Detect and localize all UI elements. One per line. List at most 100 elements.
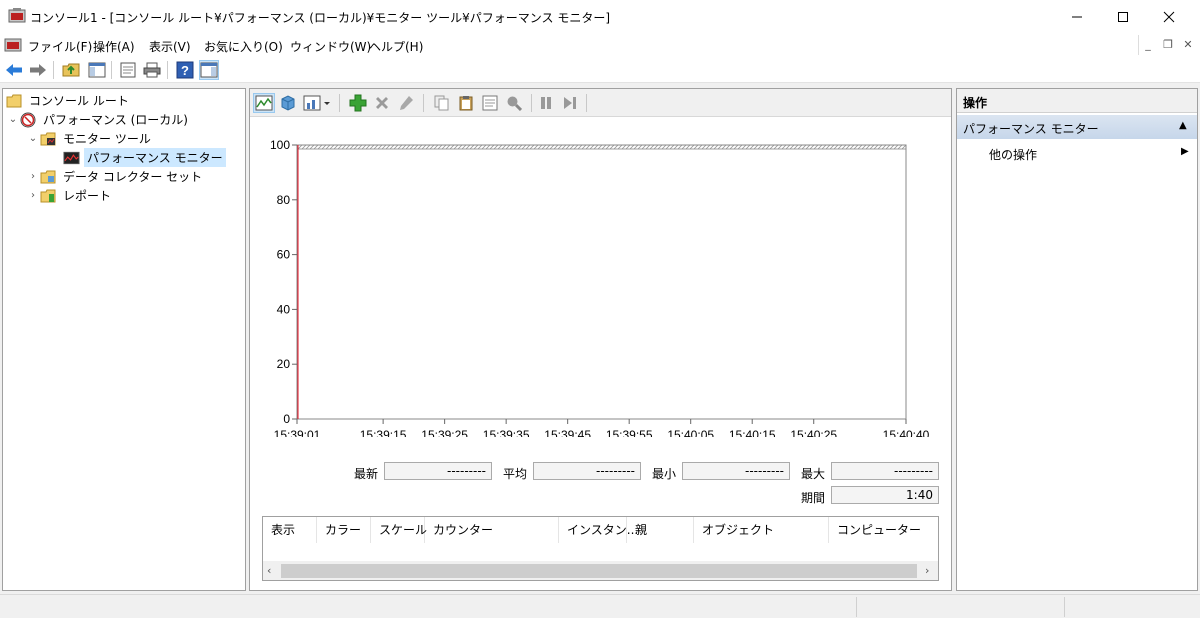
latest-value: --------- xyxy=(384,462,492,480)
menu-help[interactable]: ヘルプ(H) xyxy=(369,38,423,55)
mdi-close-button[interactable]: ✕ xyxy=(1180,37,1196,53)
tree-node[interactable]: ⌄ パフォーマンス (ローカル) xyxy=(3,110,245,129)
y-tick-label: 100 xyxy=(270,138,290,152)
folder-icon xyxy=(5,93,22,109)
column-show[interactable]: 表示 xyxy=(263,517,317,543)
maximize-button[interactable] xyxy=(1100,0,1146,33)
collapse-chevron-icon[interactable]: ⌄ xyxy=(27,133,39,145)
horizontal-scrollbar[interactable]: ‹ › xyxy=(263,561,938,580)
menu-view[interactable]: 表示(V) xyxy=(149,38,191,55)
data-collector-icon xyxy=(39,169,56,185)
x-tick-label: 15:39:55 xyxy=(606,428,653,437)
document-window-icon[interactable] xyxy=(4,37,22,53)
column-color[interactable]: カラー xyxy=(317,517,371,543)
more-actions-item[interactable]: 他の操作 xyxy=(989,146,1037,163)
freeze-display-icon[interactable] xyxy=(535,93,557,113)
properties-icon[interactable] xyxy=(118,60,138,80)
mdi-restore-button[interactable]: ❐ xyxy=(1160,37,1176,53)
view-current-activity-icon[interactable] xyxy=(253,93,275,113)
tree-node[interactable]: › データ コレクター セット xyxy=(3,167,245,186)
properties-icon[interactable] xyxy=(479,93,501,113)
performance-monitor-icon xyxy=(63,150,80,166)
graph-toolbar-separator xyxy=(423,94,424,112)
minimize-button[interactable] xyxy=(1054,0,1100,33)
plot-area[interactable] xyxy=(296,144,907,420)
window-title: コンソール1 - [コンソール ルート¥パフォーマンス (ローカル)¥モニター … xyxy=(30,11,611,25)
tree-node-label: データ コレクター セット xyxy=(63,170,203,184)
tree-node[interactable]: › レポート xyxy=(3,186,245,205)
tree-node[interactable]: ⌄ モニター ツール xyxy=(3,129,245,148)
tree-node[interactable]: コンソール ルート xyxy=(3,91,245,110)
expand-chevron-icon[interactable]: › xyxy=(27,171,39,183)
submenu-arrow-icon[interactable]: ▶ xyxy=(1181,146,1189,157)
highlight-icon[interactable] xyxy=(395,93,417,113)
report-icon xyxy=(39,188,56,204)
actions-section-title: パフォーマンス モニター xyxy=(963,122,1099,136)
column-counter[interactable]: カウンター xyxy=(425,517,559,543)
show-action-pane-icon[interactable] xyxy=(199,60,219,80)
tree-node-label: レポート xyxy=(63,189,112,203)
tree-node-label: モニター ツール xyxy=(63,132,151,146)
menu-window[interactable]: ウィンドウ(W) xyxy=(290,38,371,55)
collapse-arrow-icon[interactable]: ▲ xyxy=(1179,120,1187,131)
mdi-divider xyxy=(1138,35,1139,55)
update-data-icon[interactable] xyxy=(559,93,581,113)
add-counter-icon[interactable] xyxy=(347,93,369,113)
performance-chart[interactable]: 0 20 40 60 80 100 15:39:01 15:39:15 15:39:25 15:3… xyxy=(250,117,951,437)
print-icon[interactable] xyxy=(142,60,162,80)
counter-list[interactable]: 表示 カラー スケール カウンター インスタン... 親 オブジェクト コンピュ… xyxy=(262,516,939,581)
performance-monitor-pane: 0 20 40 60 80 100 15:39:01 15:39:15 15:39:25 15:3… xyxy=(249,88,952,591)
actions-header: 操作 xyxy=(957,89,1197,113)
graph-toolbar-separator xyxy=(531,94,532,112)
close-icon xyxy=(1163,11,1175,22)
status-bar xyxy=(0,594,1200,618)
collapse-chevron-icon[interactable]: ⌄ xyxy=(7,114,19,126)
x-tick-label: 15:40:05 xyxy=(667,428,714,437)
graph-toolbar xyxy=(250,89,951,117)
copy-properties-icon[interactable] xyxy=(431,93,453,113)
column-object[interactable]: オブジェクト xyxy=(694,517,829,543)
up-folder-icon[interactable] xyxy=(61,60,81,80)
minimum-value: --------- xyxy=(682,462,790,480)
change-graph-type-button[interactable] xyxy=(301,93,333,113)
back-icon[interactable] xyxy=(4,60,24,80)
mdi-minimize-button[interactable]: _ xyxy=(1140,37,1156,53)
expand-chevron-icon[interactable]: › xyxy=(27,190,39,202)
column-computer[interactable]: コンピューター xyxy=(829,517,938,543)
scrollbar-thumb[interactable] xyxy=(281,564,917,578)
zoom-icon[interactable] xyxy=(503,93,525,113)
scroll-left-icon[interactable]: ‹ xyxy=(267,564,271,577)
maximum-value: --------- xyxy=(831,462,939,480)
delete-counter-icon[interactable] xyxy=(371,93,393,113)
column-scale[interactable]: スケール xyxy=(371,517,427,543)
forward-icon[interactable] xyxy=(28,60,48,80)
scroll-right-icon[interactable]: › xyxy=(925,564,929,577)
svg-text:?: ? xyxy=(181,63,189,78)
toolbar-separator xyxy=(111,61,112,79)
column-instance[interactable]: インスタン... xyxy=(559,517,638,543)
duration-value: 1:40 xyxy=(831,486,939,504)
mmc-app-icon[interactable] xyxy=(8,8,26,24)
view-log-data-icon[interactable] xyxy=(277,93,299,113)
help-icon[interactable]: ? xyxy=(175,60,195,80)
menu-file[interactable]: ファイル(F) xyxy=(28,38,92,55)
tree-node[interactable]: パフォーマンス モニター xyxy=(3,148,245,167)
main-toolbar: ? xyxy=(0,57,1200,83)
menu-action[interactable]: 操作(A) xyxy=(93,38,135,55)
x-tick-label: 15:40:15 xyxy=(729,428,776,437)
column-parent[interactable]: 親 xyxy=(627,517,694,543)
maximum-label: 最大 xyxy=(801,467,826,481)
paste-counter-list-icon[interactable] xyxy=(455,93,477,113)
status-separator xyxy=(856,597,857,617)
y-tick-label: 60 xyxy=(277,248,291,262)
menu-favorites[interactable]: お気に入り(O) xyxy=(204,38,283,55)
close-button[interactable] xyxy=(1146,0,1192,33)
tree-node-label: パフォーマンス (ローカル) xyxy=(43,113,188,127)
actions-section-performance-monitor[interactable]: パフォーマンス モニター ▲ xyxy=(957,115,1197,139)
tree-node-label: パフォーマンス モニター xyxy=(84,148,226,167)
show-tree-icon[interactable] xyxy=(87,60,107,80)
minimize-icon xyxy=(1072,16,1082,17)
no-expander xyxy=(47,152,63,164)
x-tick-label: 15:40:25 xyxy=(790,428,837,437)
average-value: --------- xyxy=(533,462,641,480)
